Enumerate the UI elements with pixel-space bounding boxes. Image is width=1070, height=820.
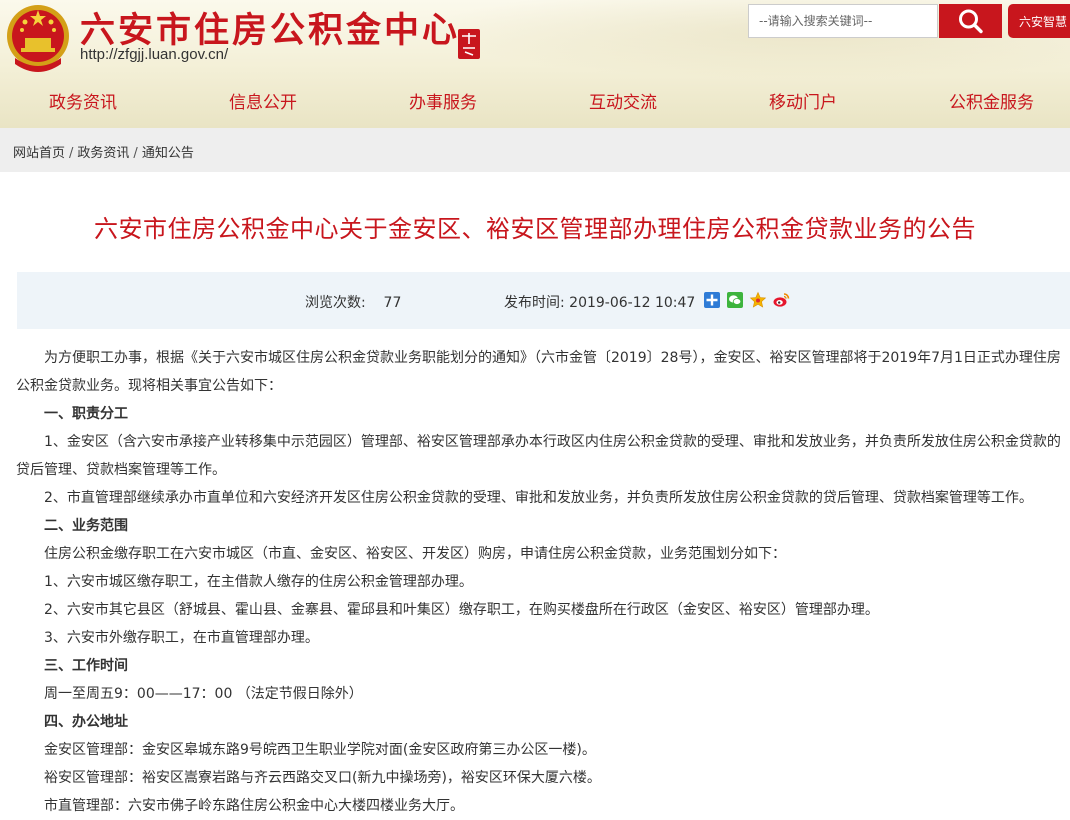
section-heading-hours: 三、工作时间 [44,658,128,674]
view-count: 浏览次数: 77 [305,292,401,312]
qzone-icon[interactable] [703,291,721,309]
search-button[interactable] [939,4,1002,38]
breadcrumb-home[interactable]: 网站首页 [13,146,65,161]
section-heading-address: 四、办公地址 [44,714,128,730]
wechat-icon[interactable] [726,291,744,309]
article-paragraph: 3、六安市外缴存职工，在市直管理部办理。 [44,630,319,646]
article-paragraph-intro: 为方便职工办事，根据《关于六安市城区住房公积金贷款业务职能划分的通知》（六市金管… [16,350,1061,394]
seal-stamp-icon [458,29,480,59]
article-title: 六安市住房公积金中心关于金安区、裕安区管理部办理住房公积金贷款业务的公告 [94,215,976,243]
view-count-label: 浏览次数: [305,295,366,311]
nav-item-fund-services[interactable]: 公积金服务 [949,88,1034,113]
article-body: 为方便职工办事，根据《关于六安市城区住房公积金贷款业务职能划分的通知》（六市金管… [16,344,1066,820]
publish-time: 发布时间: 2019-06-12 10:47 [504,292,695,312]
section-heading-scope: 二、业务范围 [44,518,128,534]
search-box [748,4,938,38]
nav-item-services[interactable]: 办事服务 [409,88,477,113]
search-input[interactable] [749,5,937,37]
breadcrumb: 网站首页 / 政务资讯 / 通知公告 [13,142,194,161]
favorite-star-icon[interactable] [749,291,767,309]
smart-luan-button[interactable]: 六安智慧 [1008,4,1070,38]
view-count-value: 77 [383,295,402,311]
section-heading-duties: 一、职责分工 [44,406,128,422]
article-paragraph: 2、六安市其它县区（舒城县、霍山县、金寨县、霍邱县和叶集区）缴存职工，在购买楼盘… [44,602,879,618]
search-icon [958,9,983,34]
article-paragraph: 金安区管理部：金安区皋城东路9号皖西卫生职业学院对面(金安区政府第三办公区一楼)… [44,742,596,758]
site-url: http://zfgjj.luan.gov.cn/ [80,46,229,63]
breadcrumb-separator: / [69,146,74,161]
article-paragraph: 市直管理部：六安市佛子岭东路住房公积金中心大楼四楼业务大厅。 [44,798,464,814]
publish-time-label: 发布时间: [504,295,565,311]
article-paragraph: 住房公积金缴存职工在六安市城区（市直、金安区、裕安区、开发区）购房，申请住房公积… [44,546,786,562]
breadcrumb-bar: 网站首页 / 政务资讯 / 通知公告 [0,128,1070,172]
article-info-bar: 浏览次数: 77 发布时间: 2019-06-12 10:47 [17,272,1070,329]
article-paragraph: 2、市直管理部继续承办市直单位和六安经济开发区住房公积金贷款的受理、审批和发放业… [44,490,1033,506]
national-emblem-icon [7,5,69,72]
breadcrumb-gov-news[interactable]: 政务资讯 [77,146,129,161]
breadcrumb-separator: / [133,146,138,161]
article-paragraph: 裕安区管理部：裕安区嵩寮岩路与齐云西路交叉口(新九中操场旁)，裕安区环保大厦六楼… [44,770,601,786]
publish-time-value: 2019-06-12 10:47 [569,295,696,311]
article-paragraph: 1、六安市城区缴存职工，在主借款人缴存的住房公积金管理部办理。 [44,574,473,590]
nav-item-mobile[interactable]: 移动门户 [769,88,837,113]
nav-item-info-public[interactable]: 信息公开 [229,88,297,113]
nav-item-gov-news[interactable]: 政务资讯 [49,88,117,113]
site-header: 六安市住房公积金中心 http://zfgjj.luan.gov.cn/ 六安智… [0,0,1070,128]
article-paragraph: 1、金安区（含六安市承接产业转移集中示范园区）管理部、裕安区管理部承办本行政区内… [16,434,1061,478]
weibo-icon[interactable] [772,291,790,309]
breadcrumb-notices[interactable]: 通知公告 [142,146,194,161]
main-nav: 政务资讯 信息公开 办事服务 互动交流 移动门户 公积金服务 [0,82,1070,120]
article-paragraph: 周一至周五9：00——17：00 （法定节假日除外） [44,686,363,702]
nav-item-interaction[interactable]: 互动交流 [589,88,657,113]
